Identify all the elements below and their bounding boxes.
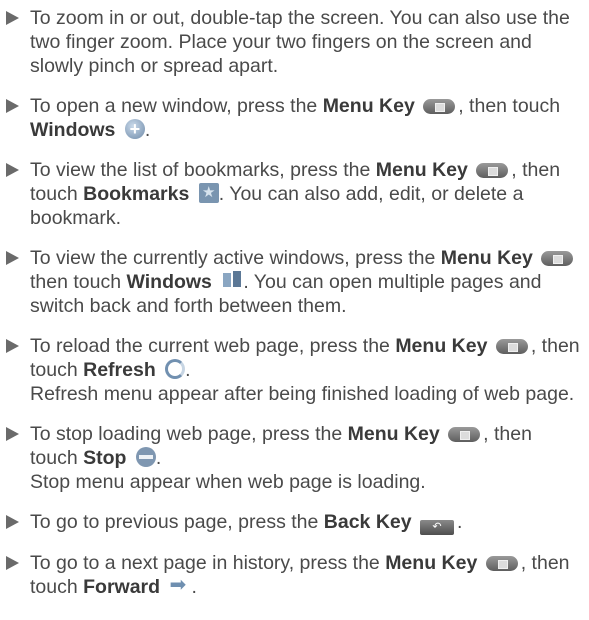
bullet-icon xyxy=(6,251,19,265)
refresh-note: Refresh menu appear after being finished… xyxy=(30,383,575,405)
bullet-icon xyxy=(6,556,19,570)
list-item-stop: To stop loading web page, press the Menu… xyxy=(4,422,581,494)
instructions-page: To zoom in or out, double-tap the screen… xyxy=(0,0,589,599)
multiple-windows-icon xyxy=(221,271,243,291)
list-item-bookmarks: To view the list of bookmarks, press the… xyxy=(4,158,581,230)
menu-key-label: Menu Key xyxy=(347,423,440,445)
forward-label: Forward xyxy=(83,576,161,598)
menu-key-icon xyxy=(541,251,574,266)
menu-key-icon xyxy=(448,427,481,442)
bookmarks-label: Bookmarks xyxy=(83,183,190,205)
menu-key-icon xyxy=(423,99,456,114)
bullet-icon xyxy=(6,11,19,25)
windows-label: Windows xyxy=(30,119,116,141)
bullet-icon xyxy=(6,339,19,353)
stop-label: Stop xyxy=(83,447,127,469)
windows-label: Windows xyxy=(126,271,212,293)
bullet-icon xyxy=(6,163,19,177)
menu-key-label: Menu Key xyxy=(395,335,488,357)
plus-circle-icon xyxy=(124,117,145,141)
menu-key-label: Menu Key xyxy=(385,552,478,574)
refresh-label: Refresh xyxy=(83,359,156,381)
bullet-icon xyxy=(6,427,19,441)
bullet-icon xyxy=(6,99,19,113)
list-item-refresh: To reload the current web page, press th… xyxy=(4,334,581,406)
forward-arrow-icon xyxy=(169,573,191,597)
list-item-zoom: To zoom in or out, double-tap the screen… xyxy=(4,6,581,78)
list-item-back: To go to previous page, press the Back K… xyxy=(4,510,581,535)
menu-key-icon xyxy=(476,163,509,178)
menu-key-label: Menu Key xyxy=(440,247,533,269)
back-key-label: Back Key xyxy=(323,511,412,533)
menu-key-icon xyxy=(495,339,528,354)
refresh-icon xyxy=(165,359,186,379)
stop-icon xyxy=(135,447,156,467)
stop-note: Stop menu appear when web page is loadin… xyxy=(30,471,426,493)
bullet-icon xyxy=(6,515,19,529)
list-item-new-window: To open a new window, press the Menu Key… xyxy=(4,94,581,142)
list-item-active-windows: To view the currently active windows, pr… xyxy=(4,246,581,318)
back-key-icon: ↶ xyxy=(420,520,455,535)
menu-key-label: Menu Key xyxy=(375,159,468,181)
menu-key-icon xyxy=(485,556,518,571)
bookmark-star-icon xyxy=(198,181,219,205)
list-item-forward: To go to a next page in history, press t… xyxy=(4,551,581,599)
menu-key-label: Menu Key xyxy=(322,95,415,117)
